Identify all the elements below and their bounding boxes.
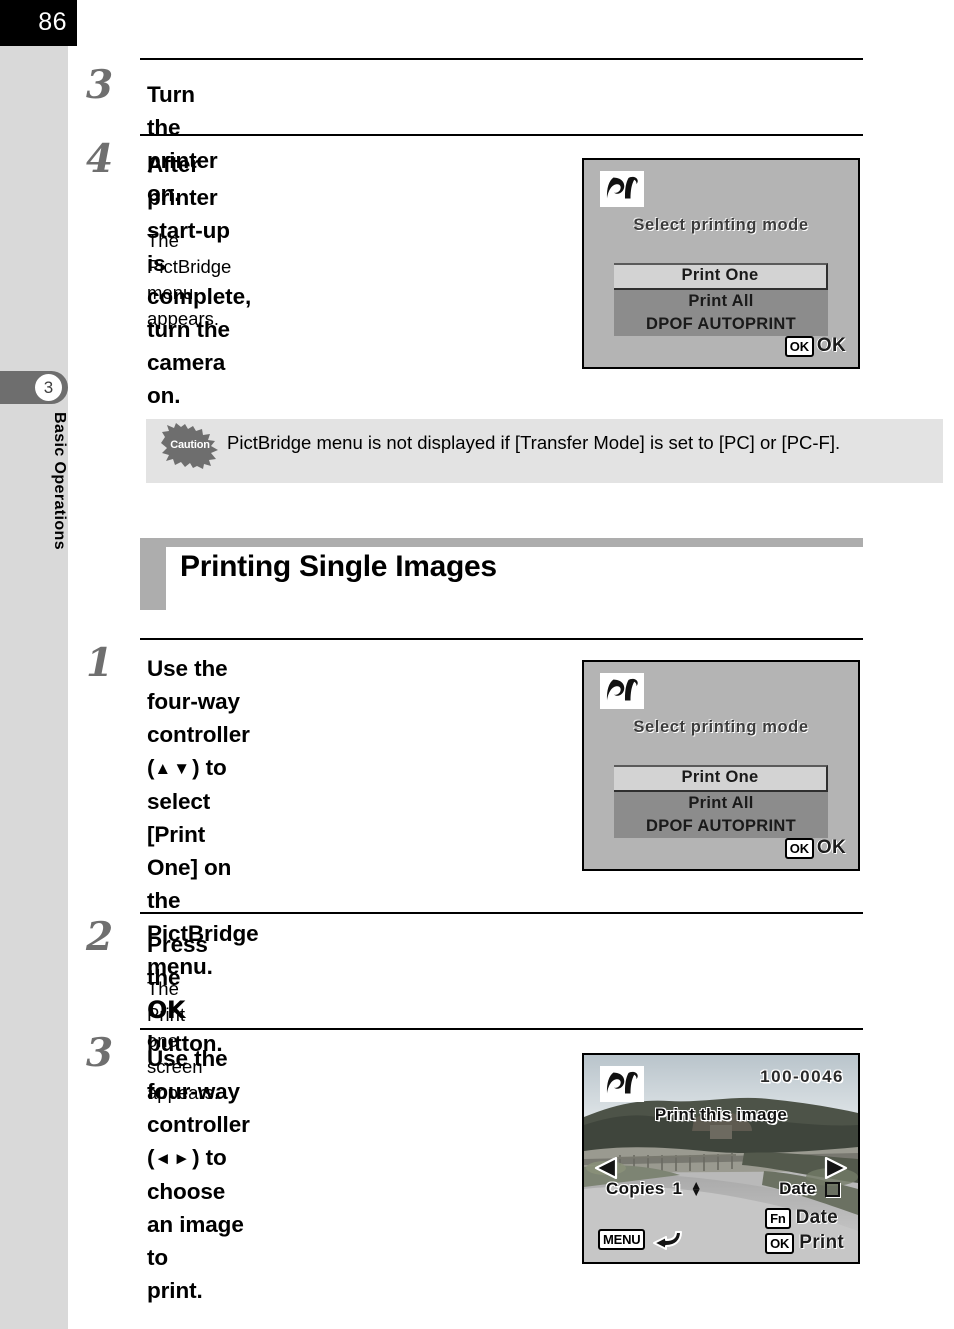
lcd-menu-item-dpof-autoprint[interactable]: DPOF AUTOPRINT bbox=[614, 815, 828, 838]
ok-key-label: OK bbox=[816, 837, 846, 858]
ok-key-badge: OK bbox=[784, 335, 814, 357]
copies-stepper-icon[interactable]: ▲ ▼ bbox=[690, 1179, 702, 1198]
page-content: 3 Turn the printer on. 4 After printer s… bbox=[68, 0, 954, 1329]
lcd-title: Select printing mode bbox=[633, 718, 809, 736]
ok-key-label: OK bbox=[816, 335, 846, 356]
step-title-line3: print. bbox=[147, 1278, 203, 1303]
step-number: 3 bbox=[86, 1030, 114, 1076]
stepper-down-icon[interactable]: ▼ bbox=[690, 1186, 702, 1198]
lcd-screen-print-this-image: 100-0046 Print this image Copies 1 ▲ ▼ D… bbox=[582, 1053, 860, 1264]
step-rule bbox=[140, 134, 863, 136]
step-number: 3 bbox=[86, 62, 114, 108]
step-title-line1: Use the four-way controller bbox=[147, 1046, 250, 1137]
lcd-title: Select printing mode bbox=[633, 216, 809, 234]
next-image-arrow-icon[interactable] bbox=[824, 1156, 848, 1180]
step-body: The PictBridge menu appears. bbox=[147, 230, 232, 329]
pictbridge-logo-icon bbox=[600, 1066, 644, 1102]
lcd-menu-list: Print One Print All DPOF AUTOPRINT bbox=[614, 263, 828, 336]
page-number: 86 bbox=[0, 0, 77, 46]
caution-icon: Caution bbox=[161, 423, 219, 469]
lcd-menu-item-print-all[interactable]: Print All bbox=[614, 792, 828, 815]
back-arrow-icon bbox=[651, 1229, 683, 1250]
fn-key-label: Date bbox=[795, 1207, 838, 1228]
step-rule bbox=[140, 58, 863, 60]
lcd-menu-list: Print One Print All DPOF AUTOPRINT bbox=[614, 765, 828, 838]
photo-key-hints: Fn Date OK Print bbox=[765, 1207, 844, 1254]
step-title-line1: Use the four-way controller bbox=[147, 656, 250, 747]
chapter-label: Basic Operations bbox=[51, 412, 68, 551]
fn-key-badge: Fn bbox=[765, 1207, 791, 1229]
section-heading-bar bbox=[140, 547, 166, 610]
lcd-screen-select-printing-mode-2: Select printing mode Print One Print All… bbox=[582, 660, 860, 871]
step-rule bbox=[140, 1028, 863, 1030]
date-control[interactable]: Date bbox=[779, 1179, 840, 1199]
lcd-menu-item-print-all[interactable]: Print All bbox=[614, 290, 828, 313]
step-number: 1 bbox=[86, 640, 114, 686]
ok-print-hint: OK Print bbox=[765, 1232, 844, 1254]
step-rule bbox=[140, 912, 863, 914]
four-way-leftright-arrows-icon: ◄► bbox=[154, 1149, 193, 1168]
four-way-updown-arrows-icon: ▲▼ bbox=[154, 759, 193, 778]
lcd-ok-hint: OK OK bbox=[784, 335, 846, 357]
ok-key-badge: OK bbox=[765, 1232, 795, 1254]
copies-label: Copies bbox=[606, 1179, 665, 1198]
ok-key-label: Print bbox=[799, 1232, 844, 1253]
pictbridge-logo-icon bbox=[600, 673, 644, 709]
lcd-screen-select-printing-mode: Select printing mode Print One Print All… bbox=[582, 158, 860, 369]
photo-title: Print this image bbox=[654, 1105, 788, 1124]
step-rule bbox=[140, 638, 863, 640]
previous-image-arrow-icon[interactable] bbox=[594, 1156, 618, 1180]
step-number: 4 bbox=[86, 136, 114, 182]
caution-text: PictBridge menu is not displayed if [Tra… bbox=[227, 432, 841, 453]
step-number: 2 bbox=[86, 914, 114, 960]
section-heading-title: Printing Single Images bbox=[180, 550, 497, 583]
lcd-menu-item-print-one[interactable]: Print One bbox=[614, 765, 828, 792]
ok-key-badge: OK bbox=[784, 837, 814, 859]
lcd-menu-item-print-one[interactable]: Print One bbox=[614, 263, 828, 290]
step-title: Use the four-way controller (◄►) to choo… bbox=[147, 1042, 250, 1307]
lcd-ok-hint: OK OK bbox=[784, 837, 846, 859]
photo-file-number: 100-0046 bbox=[760, 1067, 844, 1086]
section-heading-rule bbox=[140, 538, 863, 547]
page-gutter bbox=[0, 0, 68, 1329]
chapter-tab-number: 3 bbox=[35, 374, 62, 401]
caution-icon-label: Caution bbox=[170, 439, 210, 451]
chapter-tab: 3 bbox=[0, 371, 68, 404]
lcd-menu-item-dpof-autoprint[interactable]: DPOF AUTOPRINT bbox=[614, 313, 828, 336]
fn-date-hint: Fn Date bbox=[765, 1207, 838, 1229]
date-checkbox-icon[interactable] bbox=[825, 1181, 840, 1197]
copies-value: 1 bbox=[672, 1179, 683, 1198]
date-label: Date bbox=[779, 1179, 816, 1198]
copies-control[interactable]: Copies 1 ▲ ▼ bbox=[606, 1179, 702, 1199]
pictbridge-logo-icon bbox=[600, 171, 644, 207]
caution-box: Caution PictBridge menu is not displayed… bbox=[146, 419, 943, 483]
menu-key-badge: MENU bbox=[598, 1229, 646, 1250]
menu-back-hint: MENU bbox=[598, 1229, 683, 1250]
